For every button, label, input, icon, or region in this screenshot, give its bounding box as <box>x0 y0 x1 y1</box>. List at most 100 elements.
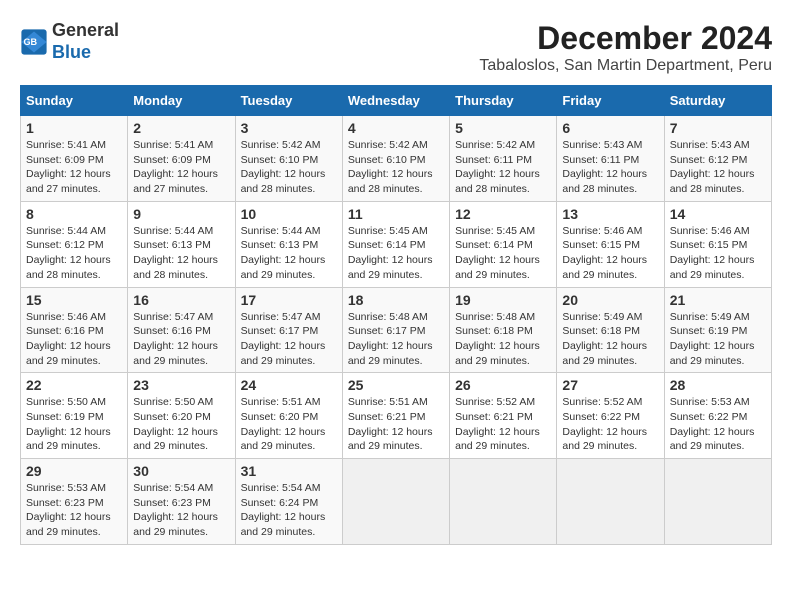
calendar-cell: 17 Sunrise: 5:47 AMSunset: 6:17 PMDayligh… <box>235 287 342 373</box>
day-info: Sunrise: 5:46 AMSunset: 6:15 PMDaylight:… <box>670 224 766 283</box>
day-info: Sunrise: 5:44 AMSunset: 6:13 PMDaylight:… <box>133 224 229 283</box>
day-number: 17 <box>241 292 337 308</box>
day-info: Sunrise: 5:51 AMSunset: 6:20 PMDaylight:… <box>241 395 337 454</box>
day-info: Sunrise: 5:41 AMSunset: 6:09 PMDaylight:… <box>26 138 122 197</box>
calendar-week-row: 8 Sunrise: 5:44 AMSunset: 6:12 PMDaylight… <box>21 201 772 287</box>
day-number: 26 <box>455 377 551 393</box>
day-info: Sunrise: 5:46 AMSunset: 6:15 PMDaylight:… <box>562 224 658 283</box>
day-info: Sunrise: 5:45 AMSunset: 6:14 PMDaylight:… <box>348 224 444 283</box>
day-info: Sunrise: 5:54 AMSunset: 6:24 PMDaylight:… <box>241 481 337 540</box>
day-number: 10 <box>241 206 337 222</box>
weekday-header-wednesday: Wednesday <box>342 86 449 116</box>
day-number: 16 <box>133 292 229 308</box>
day-number: 4 <box>348 120 444 136</box>
day-number: 1 <box>26 120 122 136</box>
calendar-cell: 13 Sunrise: 5:46 AMSunset: 6:15 PMDayligh… <box>557 201 664 287</box>
day-info: Sunrise: 5:47 AMSunset: 6:17 PMDaylight:… <box>241 310 337 369</box>
logo-text: General Blue <box>52 20 119 63</box>
calendar-cell: 3 Sunrise: 5:42 AMSunset: 6:10 PMDaylight… <box>235 116 342 202</box>
calendar-cell: 22Sunrise: 5:50 AMSunset: 6:19 PMDayligh… <box>21 373 128 459</box>
day-number: 28 <box>670 377 766 393</box>
calendar-table: SundayMondayTuesdayWednesdayThursdayFrid… <box>20 85 772 545</box>
calendar-cell: 16 Sunrise: 5:47 AMSunset: 6:16 PMDayligh… <box>128 287 235 373</box>
weekday-header-sunday: Sunday <box>21 86 128 116</box>
calendar-cell: 7Sunrise: 5:43 AMSunset: 6:12 PMDaylight… <box>664 116 771 202</box>
calendar-cell: 27 Sunrise: 5:52 AMSunset: 6:22 PMDayligh… <box>557 373 664 459</box>
day-info: Sunrise: 5:48 AMSunset: 6:17 PMDaylight:… <box>348 310 444 369</box>
day-info: Sunrise: 5:44 AMSunset: 6:13 PMDaylight:… <box>241 224 337 283</box>
day-number: 15 <box>26 292 122 308</box>
day-number: 2 <box>133 120 229 136</box>
weekday-header-row: SundayMondayTuesdayWednesdayThursdayFrid… <box>21 86 772 116</box>
day-number: 11 <box>348 206 444 222</box>
calendar-cell: 23Sunrise: 5:50 AMSunset: 6:20 PMDayligh… <box>128 373 235 459</box>
day-info: Sunrise: 5:44 AMSunset: 6:12 PMDaylight:… <box>26 224 122 283</box>
weekday-header-friday: Friday <box>557 86 664 116</box>
calendar-cell: 11 Sunrise: 5:45 AMSunset: 6:14 PMDayligh… <box>342 201 449 287</box>
calendar-cell: 1 Sunrise: 5:41 AMSunset: 6:09 PMDaylight… <box>21 116 128 202</box>
calendar-cell <box>664 459 771 545</box>
calendar-cell: 6Sunrise: 5:43 AMSunset: 6:11 PMDaylight… <box>557 116 664 202</box>
day-info: Sunrise: 5:43 AMSunset: 6:12 PMDaylight:… <box>670 138 766 197</box>
day-number: 14 <box>670 206 766 222</box>
day-number: 21 <box>670 292 766 308</box>
weekday-header-saturday: Saturday <box>664 86 771 116</box>
calendar-cell: 19Sunrise: 5:48 AMSunset: 6:18 PMDayligh… <box>450 287 557 373</box>
calendar-cell: 18 Sunrise: 5:48 AMSunset: 6:17 PMDayligh… <box>342 287 449 373</box>
day-info: Sunrise: 5:43 AMSunset: 6:11 PMDaylight:… <box>562 138 658 197</box>
day-info: Sunrise: 5:47 AMSunset: 6:16 PMDaylight:… <box>133 310 229 369</box>
general-blue-logo-icon: GB <box>20 28 48 56</box>
calendar-cell <box>557 459 664 545</box>
calendar-cell: 9 Sunrise: 5:44 AMSunset: 6:13 PMDaylight… <box>128 201 235 287</box>
calendar-cell: 10 Sunrise: 5:44 AMSunset: 6:13 PMDayligh… <box>235 201 342 287</box>
calendar-cell: 25Sunrise: 5:51 AMSunset: 6:21 PMDayligh… <box>342 373 449 459</box>
month-year-title: December 2024 <box>479 20 772 57</box>
day-info: Sunrise: 5:52 AMSunset: 6:22 PMDaylight:… <box>562 395 658 454</box>
day-info: Sunrise: 5:53 AMSunset: 6:23 PMDaylight:… <box>26 481 122 540</box>
day-info: Sunrise: 5:42 AMSunset: 6:10 PMDaylight:… <box>348 138 444 197</box>
calendar-week-row: 1 Sunrise: 5:41 AMSunset: 6:09 PMDaylight… <box>21 116 772 202</box>
day-info: Sunrise: 5:42 AMSunset: 6:11 PMDaylight:… <box>455 138 551 197</box>
day-number: 29 <box>26 463 122 479</box>
day-info: Sunrise: 5:46 AMSunset: 6:16 PMDaylight:… <box>26 310 122 369</box>
location-subtitle: Tabaloslos, San Martin Department, Peru <box>479 57 772 75</box>
day-info: Sunrise: 5:45 AMSunset: 6:14 PMDaylight:… <box>455 224 551 283</box>
calendar-cell <box>342 459 449 545</box>
day-info: Sunrise: 5:49 AMSunset: 6:19 PMDaylight:… <box>670 310 766 369</box>
day-number: 27 <box>562 377 658 393</box>
day-info: Sunrise: 5:50 AMSunset: 6:19 PMDaylight:… <box>26 395 122 454</box>
day-info: Sunrise: 5:54 AMSunset: 6:23 PMDaylight:… <box>133 481 229 540</box>
calendar-body: 1 Sunrise: 5:41 AMSunset: 6:09 PMDaylight… <box>21 116 772 545</box>
day-number: 9 <box>133 206 229 222</box>
calendar-week-row: 29 Sunrise: 5:53 AMSunset: 6:23 PMDayligh… <box>21 459 772 545</box>
calendar-cell: 26Sunrise: 5:52 AMSunset: 6:21 PMDayligh… <box>450 373 557 459</box>
day-number: 19 <box>455 292 551 308</box>
calendar-cell <box>450 459 557 545</box>
calendar-cell: 5 Sunrise: 5:42 AMSunset: 6:11 PMDaylight… <box>450 116 557 202</box>
day-number: 20 <box>562 292 658 308</box>
day-number: 18 <box>348 292 444 308</box>
calendar-cell: 15 Sunrise: 5:46 AMSunset: 6:16 PMDayligh… <box>21 287 128 373</box>
logo: GB General Blue <box>20 20 119 63</box>
day-info: Sunrise: 5:50 AMSunset: 6:20 PMDaylight:… <box>133 395 229 454</box>
calendar-cell: 20Sunrise: 5:49 AMSunset: 6:18 PMDayligh… <box>557 287 664 373</box>
day-info: Sunrise: 5:51 AMSunset: 6:21 PMDaylight:… <box>348 395 444 454</box>
day-info: Sunrise: 5:53 AMSunset: 6:22 PMDaylight:… <box>670 395 766 454</box>
day-number: 13 <box>562 206 658 222</box>
day-number: 5 <box>455 120 551 136</box>
day-number: 30 <box>133 463 229 479</box>
calendar-cell: 30 Sunrise: 5:54 AMSunset: 6:23 PMDayligh… <box>128 459 235 545</box>
calendar-cell: 31 Sunrise: 5:54 AMSunset: 6:24 PMDayligh… <box>235 459 342 545</box>
svg-text:GB: GB <box>24 36 38 46</box>
weekday-header-monday: Monday <box>128 86 235 116</box>
calendar-cell: 28 Sunrise: 5:53 AMSunset: 6:22 PMDayligh… <box>664 373 771 459</box>
day-number: 8 <box>26 206 122 222</box>
weekday-header-thursday: Thursday <box>450 86 557 116</box>
day-info: Sunrise: 5:42 AMSunset: 6:10 PMDaylight:… <box>241 138 337 197</box>
day-number: 31 <box>241 463 337 479</box>
title-block: December 2024 Tabaloslos, San Martin Dep… <box>479 20 772 75</box>
page-header: GB General Blue December 2024 Tabaloslos… <box>20 20 772 75</box>
calendar-cell: 12Sunrise: 5:45 AMSunset: 6:14 PMDayligh… <box>450 201 557 287</box>
calendar-cell: 24Sunrise: 5:51 AMSunset: 6:20 PMDayligh… <box>235 373 342 459</box>
day-number: 3 <box>241 120 337 136</box>
